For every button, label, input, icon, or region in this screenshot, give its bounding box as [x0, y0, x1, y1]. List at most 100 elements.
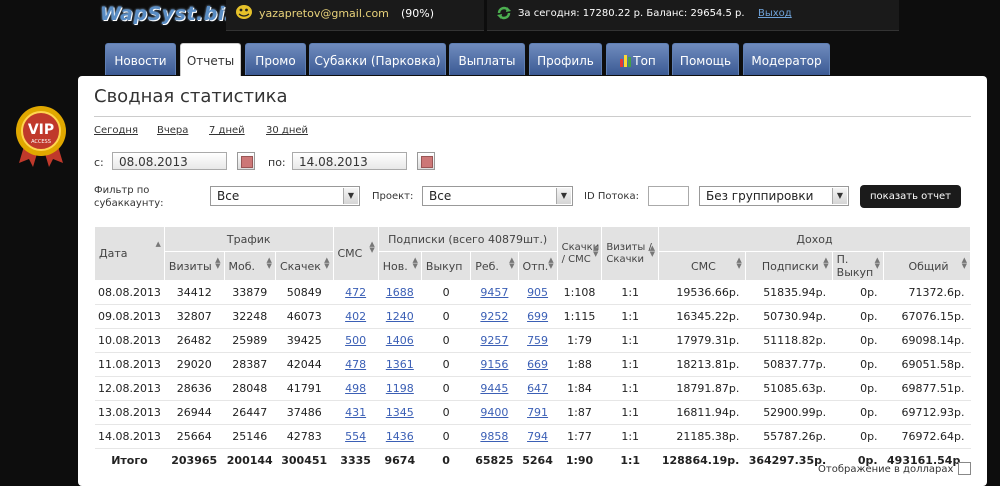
col-date[interactable]: Дата ▲: [94, 226, 165, 281]
table-cell: 500: [333, 328, 379, 353]
cell-link[interactable]: 647: [527, 382, 548, 395]
table-cell: 0р.: [832, 328, 884, 353]
col-buyout[interactable]: Выкуп: [420, 251, 472, 281]
table-cell: 29020: [164, 352, 225, 377]
tab-help[interactable]: Помощь: [672, 43, 739, 75]
table-cell: 1:115: [557, 304, 602, 329]
grouping-select[interactable]: Без группировки ▼: [699, 186, 849, 206]
table-cell: 1406: [378, 328, 422, 353]
sort-icon: ▲ ▼: [874, 256, 881, 270]
col-unsub-label: Отп.: [522, 259, 549, 273]
from-label: с:: [94, 156, 104, 169]
cell-link[interactable]: 554: [345, 430, 366, 443]
cell-link[interactable]: 759: [527, 334, 548, 347]
col-unsub[interactable]: Отп. ▲ ▼: [517, 251, 558, 281]
cell-link[interactable]: 402: [345, 310, 366, 323]
subaccount-select[interactable]: Все ▼: [210, 186, 360, 206]
table-cell: 9252: [470, 304, 519, 329]
refresh-icon[interactable]: [496, 5, 512, 21]
smiley-icon: [236, 5, 252, 19]
col-new[interactable]: Нов. ▲ ▼: [377, 251, 422, 281]
tab-reports[interactable]: Отчеты: [180, 43, 241, 77]
cell-link[interactable]: 9445: [480, 382, 508, 395]
from-date-input[interactable]: 08.08.2013: [112, 152, 227, 170]
table-cell: 791: [518, 400, 558, 425]
tab-moderator[interactable]: Модератор: [743, 43, 830, 75]
cell-link[interactable]: 9457: [480, 286, 508, 299]
col-visits[interactable]: Визиты ▲ ▼: [163, 251, 225, 281]
logo[interactable]: WapSyst.biz: [100, 3, 236, 25]
table-cell: 33879: [224, 280, 276, 305]
cell-link[interactable]: 1436: [386, 430, 414, 443]
to-date-input[interactable]: 14.08.2013: [292, 152, 407, 170]
cell-link[interactable]: 9858: [480, 430, 508, 443]
col-visits-label: Визиты: [168, 259, 212, 273]
stream-id-input[interactable]: [648, 186, 689, 206]
tab-promo[interactable]: Промо: [245, 43, 306, 75]
table-cell: 9257: [470, 328, 519, 353]
quick-yesterday-link[interactable]: Вчера: [157, 125, 188, 136]
tab-top[interactable]: Топ: [606, 43, 669, 75]
col-rebill[interactable]: Реб. ▲ ▼: [470, 251, 519, 281]
cell-link[interactable]: 791: [527, 406, 548, 419]
cell-link[interactable]: 9257: [480, 334, 508, 347]
to-calendar-icon[interactable]: [417, 152, 435, 170]
tab-subaccounts[interactable]: Субакки (Парковка): [309, 43, 446, 75]
col-income-sms[interactable]: СМС ▲ ▼: [657, 251, 746, 281]
cell-link[interactable]: 9400: [480, 406, 508, 419]
logout-link[interactable]: Выход: [758, 8, 792, 19]
table-cell: 41791: [275, 376, 333, 401]
table-cell: 794: [518, 424, 558, 449]
cell-link[interactable]: 669: [527, 358, 548, 371]
table-cell: 67076.15р.: [883, 304, 971, 329]
cell-link[interactable]: 1361: [386, 358, 414, 371]
cell-link[interactable]: 699: [527, 310, 548, 323]
project-select[interactable]: Все ▼: [422, 186, 573, 206]
cell-link[interactable]: 9156: [480, 358, 508, 371]
cell-link[interactable]: 1240: [386, 310, 414, 323]
cell-link[interactable]: 1688: [386, 286, 414, 299]
col-income-subs[interactable]: Подписки ▲ ▼: [744, 251, 833, 281]
col-mobile[interactable]: Моб. ▲ ▼: [223, 251, 276, 281]
cell-link[interactable]: 498: [345, 382, 366, 395]
cell-link[interactable]: 9252: [480, 310, 508, 323]
from-calendar-icon[interactable]: [237, 152, 255, 170]
cell-link[interactable]: 1198: [386, 382, 414, 395]
tab-news[interactable]: Новости: [105, 43, 176, 75]
cell-link[interactable]: 1345: [386, 406, 414, 419]
table-cell: 51118.82р.: [745, 328, 833, 353]
cell-link[interactable]: 905: [527, 286, 548, 299]
cell-link[interactable]: 431: [345, 406, 366, 419]
col-group-income: Доход: [657, 226, 972, 252]
table-cell: 759: [518, 328, 558, 353]
tab-payouts[interactable]: Выплаты: [449, 43, 525, 75]
col-income-buyout[interactable]: П. Выкуп ▲ ▼: [831, 251, 885, 281]
col-downloads-sms[interactable]: Скачки / СМС ▲ ▼: [556, 226, 603, 281]
usd-display-checkbox[interactable]: [958, 462, 971, 475]
col-income-total[interactable]: Общий ▲ ▼: [883, 251, 971, 281]
quick-7days-link[interactable]: 7 дней: [209, 125, 245, 136]
sort-icon: ▲: [155, 240, 161, 248]
table-cell: 11.08.2013: [94, 352, 165, 377]
table-cell: 08.08.2013: [94, 280, 165, 305]
table-cell: 69877.51р.: [883, 376, 971, 401]
table-cell: 42044: [275, 352, 333, 377]
cell-link[interactable]: 794: [527, 430, 548, 443]
col-downloads[interactable]: Скачек ▲ ▼: [274, 251, 334, 281]
col-rebill-label: Реб.: [475, 259, 499, 273]
user-email[interactable]: yazapretov@gmail.com: [259, 7, 389, 20]
cell-link[interactable]: 472: [345, 286, 366, 299]
cell-link[interactable]: 500: [345, 334, 366, 347]
table-cell: 9858: [470, 424, 519, 449]
cell-link[interactable]: 478: [345, 358, 366, 371]
total-cell: 65825: [475, 454, 514, 467]
table-cell: 647: [518, 376, 558, 401]
show-report-button[interactable]: показать отчет: [860, 185, 961, 208]
quick-today-link[interactable]: Сегодня: [94, 125, 138, 136]
quick-30days-link[interactable]: 30 дней: [266, 125, 308, 136]
col-visits-downloads[interactable]: Визиты / Скачки ▲ ▼: [601, 226, 659, 281]
cell-link[interactable]: 1406: [386, 334, 414, 347]
table-cell: 554: [333, 424, 379, 449]
tab-profile[interactable]: Профиль: [529, 43, 602, 75]
col-sms[interactable]: СМС ▲ ▼: [332, 226, 379, 281]
